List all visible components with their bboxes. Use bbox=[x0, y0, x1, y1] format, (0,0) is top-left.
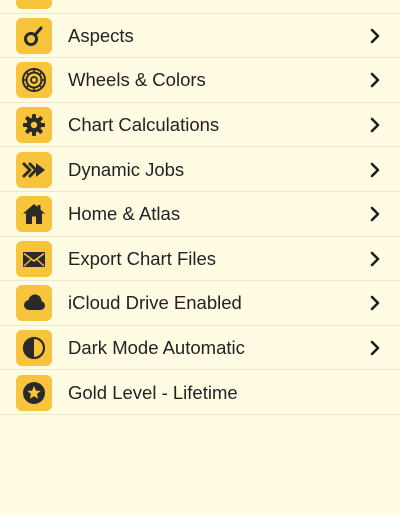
wheel-icon bbox=[16, 62, 52, 99]
half-circle-icon bbox=[16, 330, 52, 367]
menu-item-label: iCloud Drive Enabled bbox=[68, 292, 242, 314]
menu-item-label: Home & Atlas bbox=[68, 203, 181, 225]
settings-menu: Aspects Wheels & Colors Chart Calculatio… bbox=[0, 0, 400, 415]
menu-item-label: Dark Mode Automatic bbox=[68, 337, 245, 359]
menu-item-label: Aspects bbox=[68, 24, 134, 46]
menu-item-home-atlas[interactable]: Home & Atlas bbox=[0, 192, 400, 237]
chevron-right-icon bbox=[369, 117, 381, 133]
chevron-right-icon bbox=[369, 28, 381, 44]
menu-item-label: Export Chart Files bbox=[68, 247, 217, 269]
chevron-right-icon bbox=[369, 162, 381, 178]
menu-item-label: Chart Calculations bbox=[68, 114, 220, 136]
menu-item-wheels-colors[interactable]: Wheels & Colors bbox=[0, 58, 400, 103]
gear-icon bbox=[16, 107, 52, 144]
menu-item-export-chart-files[interactable]: Export Chart Files bbox=[0, 237, 400, 282]
chevron-right-icon bbox=[369, 340, 381, 356]
menu-item-icloud-drive[interactable]: iCloud Drive Enabled bbox=[0, 281, 400, 326]
menu-item-dark-mode[interactable]: Dark Mode Automatic bbox=[0, 326, 400, 371]
cloud-icon bbox=[16, 285, 52, 322]
menu-item-gold-level[interactable]: Gold Level - Lifetime bbox=[0, 370, 400, 415]
chevron-right-icon bbox=[369, 251, 381, 267]
home-icon bbox=[16, 196, 52, 233]
fast-forward-icon bbox=[16, 151, 52, 188]
envelope-icon bbox=[16, 240, 52, 277]
menu-item-aspects[interactable]: Aspects bbox=[0, 14, 400, 59]
partial-icon bbox=[16, 0, 52, 10]
menu-item-label: Wheels & Colors bbox=[68, 69, 206, 91]
star-badge-icon bbox=[16, 374, 52, 411]
menu-item-label: Dynamic Jobs bbox=[68, 158, 185, 180]
chevron-right-icon bbox=[369, 295, 381, 311]
menu-item-chart-calculations[interactable]: Chart Calculations bbox=[0, 103, 400, 148]
menu-item-partial[interactable] bbox=[0, 0, 400, 14]
aspects-icon bbox=[16, 17, 52, 54]
chevron-right-icon bbox=[369, 206, 381, 222]
chevron-right-icon bbox=[369, 72, 381, 88]
menu-item-label: Gold Level - Lifetime bbox=[68, 381, 238, 403]
menu-item-dynamic-jobs[interactable]: Dynamic Jobs bbox=[0, 147, 400, 192]
